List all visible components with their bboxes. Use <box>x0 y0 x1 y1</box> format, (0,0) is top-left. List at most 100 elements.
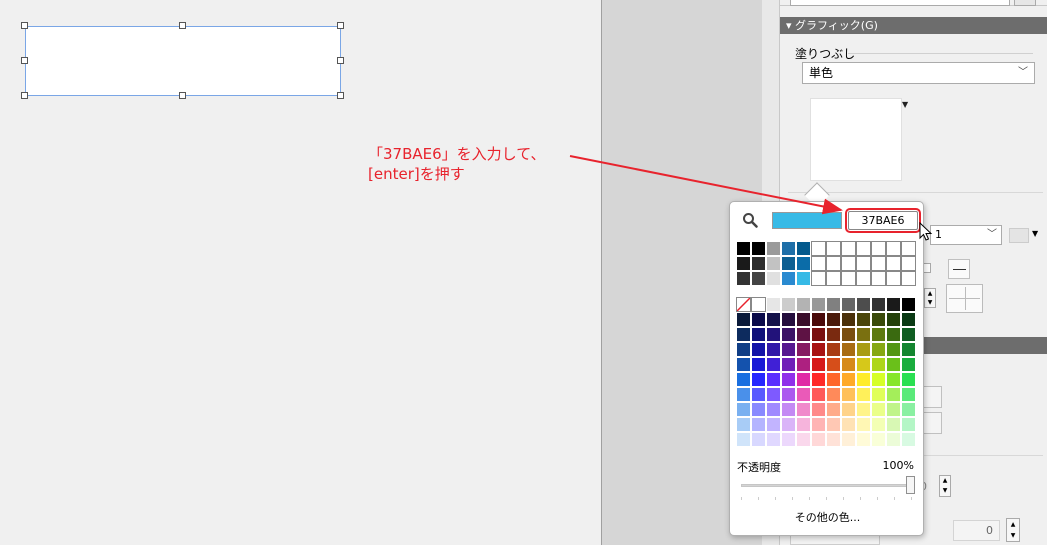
color-swatch[interactable] <box>901 432 916 447</box>
resize-handle-top-center[interactable] <box>179 22 186 29</box>
color-swatch[interactable] <box>751 241 766 256</box>
color-swatch[interactable] <box>871 256 886 271</box>
spin-buttons[interactable]: ▲ ▼ <box>1006 518 1020 542</box>
color-swatch[interactable] <box>841 256 856 271</box>
fill-mode-select[interactable]: 単色 ﹀ <box>802 62 1035 84</box>
selected-rectangle-shape[interactable] <box>25 26 341 96</box>
color-swatch[interactable] <box>766 372 781 387</box>
color-swatch[interactable] <box>736 256 751 271</box>
color-swatch[interactable] <box>766 432 781 447</box>
color-swatch[interactable] <box>796 387 811 402</box>
color-swatch[interactable] <box>811 402 826 417</box>
color-swatch[interactable] <box>751 327 766 342</box>
color-swatch[interactable] <box>856 417 871 432</box>
fill-color-preview[interactable] <box>810 98 902 181</box>
color-swatch[interactable] <box>781 256 796 271</box>
panel-tool-button[interactable] <box>922 412 942 434</box>
color-swatch[interactable] <box>766 357 781 372</box>
color-swatch[interactable] <box>901 312 916 327</box>
opacity-slider-thumb[interactable] <box>906 476 915 494</box>
color-swatch[interactable] <box>841 417 856 432</box>
color-swatch[interactable] <box>856 402 871 417</box>
color-swatch[interactable] <box>736 417 751 432</box>
color-swatch[interactable] <box>901 387 916 402</box>
color-swatch[interactable] <box>796 402 811 417</box>
color-swatch[interactable] <box>751 342 766 357</box>
color-swatch[interactable] <box>826 312 841 327</box>
color-swatch[interactable] <box>766 256 781 271</box>
color-swatch[interactable] <box>871 312 886 327</box>
color-swatch[interactable] <box>811 357 826 372</box>
dropdown-triangle-icon[interactable]: ▼ <box>902 100 908 109</box>
color-swatch[interactable] <box>826 387 841 402</box>
color-swatch[interactable] <box>901 256 916 271</box>
color-swatch[interactable] <box>871 432 886 447</box>
color-swatch[interactable] <box>781 342 796 357</box>
color-swatch[interactable] <box>886 271 901 286</box>
color-swatch[interactable] <box>826 357 841 372</box>
color-swatch[interactable] <box>826 256 841 271</box>
resize-handle-middle-right[interactable] <box>337 57 344 64</box>
color-swatch[interactable] <box>751 271 766 286</box>
color-swatch[interactable] <box>856 327 871 342</box>
color-swatch[interactable] <box>856 372 871 387</box>
color-swatch[interactable] <box>751 387 766 402</box>
color-swatch[interactable] <box>781 357 796 372</box>
color-swatch[interactable] <box>856 342 871 357</box>
color-swatch[interactable] <box>751 417 766 432</box>
color-swatch[interactable] <box>886 297 901 312</box>
color-swatch[interactable] <box>901 327 916 342</box>
color-swatch[interactable] <box>766 312 781 327</box>
color-swatch[interactable] <box>841 271 856 286</box>
color-swatch[interactable] <box>826 432 841 447</box>
color-swatch[interactable] <box>781 312 796 327</box>
color-swatch[interactable] <box>901 372 916 387</box>
spin-buttons[interactable]: ▲ ▼ <box>924 288 936 308</box>
color-swatch[interactable] <box>766 402 781 417</box>
color-swatch[interactable] <box>841 387 856 402</box>
color-swatch[interactable] <box>796 432 811 447</box>
color-swatch[interactable] <box>811 297 826 312</box>
color-swatch[interactable] <box>781 387 796 402</box>
color-swatch[interactable] <box>856 432 871 447</box>
color-swatch[interactable] <box>766 297 781 312</box>
color-swatch[interactable] <box>841 297 856 312</box>
color-swatch[interactable] <box>886 256 901 271</box>
color-swatch[interactable] <box>751 357 766 372</box>
color-swatch[interactable] <box>856 387 871 402</box>
color-swatch[interactable] <box>886 432 901 447</box>
color-swatch[interactable] <box>856 241 871 256</box>
color-swatch[interactable] <box>811 342 826 357</box>
color-swatch[interactable] <box>871 402 886 417</box>
color-swatch[interactable] <box>901 357 916 372</box>
color-swatch[interactable] <box>871 387 886 402</box>
small-option-box[interactable] <box>923 263 931 273</box>
color-swatch[interactable] <box>766 327 781 342</box>
color-swatch[interactable] <box>811 256 826 271</box>
color-swatch[interactable] <box>781 372 796 387</box>
color-swatch[interactable] <box>811 241 826 256</box>
color-swatch[interactable] <box>886 342 901 357</box>
color-swatch[interactable] <box>886 387 901 402</box>
color-swatch[interactable] <box>841 327 856 342</box>
color-swatch[interactable] <box>811 271 826 286</box>
color-swatch[interactable] <box>796 241 811 256</box>
color-swatch[interactable] <box>736 342 751 357</box>
resize-handle-bottom-right[interactable] <box>337 92 344 99</box>
color-swatch[interactable] <box>886 372 901 387</box>
color-swatch[interactable] <box>886 327 901 342</box>
color-swatch[interactable] <box>796 312 811 327</box>
color-swatch[interactable] <box>901 271 916 286</box>
color-swatch[interactable] <box>781 327 796 342</box>
color-swatch[interactable] <box>901 402 916 417</box>
color-swatch[interactable] <box>751 297 766 312</box>
color-swatch[interactable] <box>856 271 871 286</box>
color-swatch[interactable] <box>766 342 781 357</box>
color-swatch[interactable] <box>811 387 826 402</box>
color-swatch[interactable] <box>811 372 826 387</box>
color-swatch[interactable] <box>901 342 916 357</box>
color-swatch[interactable] <box>736 432 751 447</box>
border-layout-icon[interactable] <box>946 284 983 313</box>
color-swatch[interactable] <box>751 402 766 417</box>
eyedropper-search-icon[interactable] <box>742 212 758 228</box>
